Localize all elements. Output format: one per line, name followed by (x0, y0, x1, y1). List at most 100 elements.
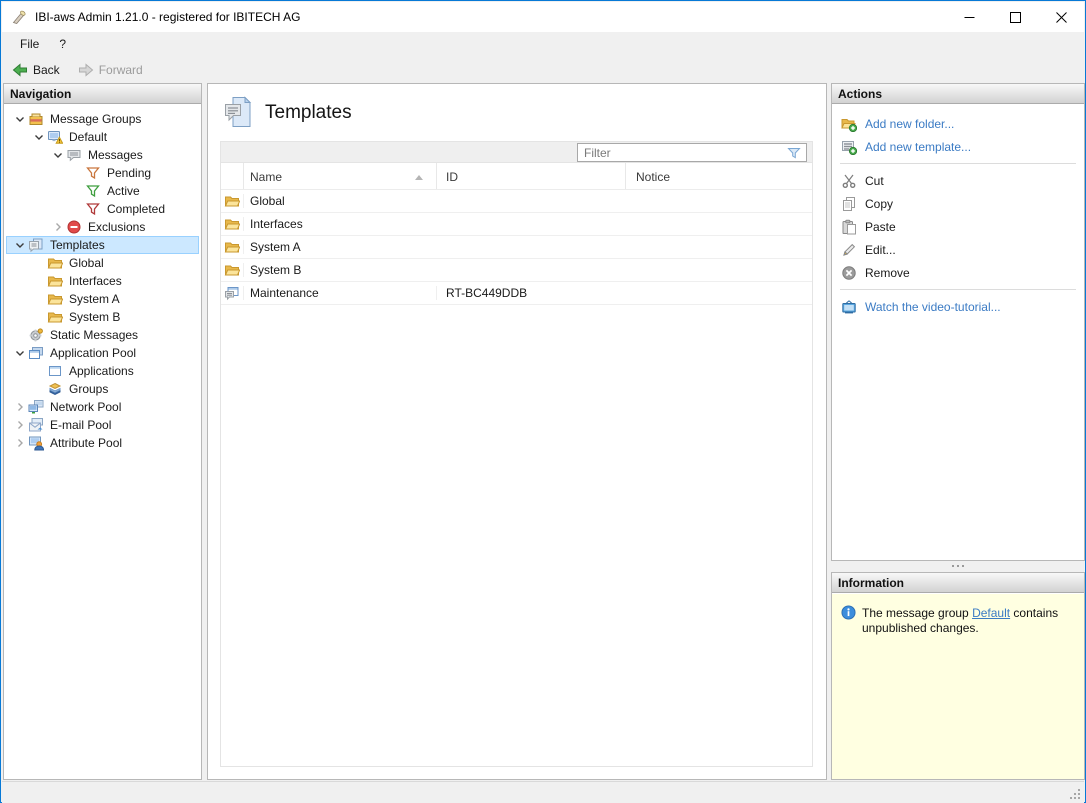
table-row-maintenance[interactable]: MaintenanceRT-BC449DDB (221, 282, 812, 305)
back-arrow-icon (12, 62, 28, 78)
static-messages-icon (28, 327, 48, 343)
message-groups-icon (28, 111, 48, 127)
filter-box (577, 143, 807, 162)
chevron-right-icon[interactable] (50, 219, 66, 235)
tree-item-system-b[interactable]: System B (6, 308, 199, 326)
menu-help[interactable]: ? (49, 32, 76, 57)
tree-item-global[interactable]: Global (6, 254, 199, 272)
maximize-button[interactable] (992, 2, 1038, 32)
minimize-button[interactable] (946, 2, 992, 32)
header-icon-column[interactable] (221, 163, 243, 189)
tree-item-templates[interactable]: Templates (6, 236, 199, 254)
close-button[interactable] (1038, 2, 1084, 32)
tree-item-messages[interactable]: Messages (6, 146, 199, 164)
back-label: Back (33, 63, 60, 77)
tree-item-label: Attribute Pool (48, 436, 122, 450)
folder-icon (221, 216, 243, 232)
tree-item-active[interactable]: Active (6, 182, 199, 200)
actions-separator (840, 289, 1076, 290)
table-row-system-a[interactable]: System A (221, 236, 812, 259)
tree-item-applications[interactable]: Applications (6, 362, 199, 380)
chevron-right-icon[interactable] (12, 399, 28, 415)
chevron-down-icon[interactable] (12, 345, 28, 361)
header-name[interactable]: Name (243, 163, 436, 189)
tree-item-label: Templates (48, 238, 105, 252)
cell-name: Global (243, 194, 436, 208)
main-content: Templates Name ID (207, 83, 827, 780)
tree-item-label: System A (67, 292, 120, 306)
tree-item-completed[interactable]: Completed (6, 200, 199, 218)
table-row-global[interactable]: Global (221, 190, 812, 213)
remove-action[interactable]: Remove (832, 261, 1084, 284)
folder-icon (47, 291, 67, 307)
filter-funnel-icon[interactable] (786, 145, 802, 161)
filter-input[interactable] (584, 144, 779, 161)
menu-file[interactable]: File (10, 32, 49, 57)
back-button[interactable]: Back (8, 61, 64, 79)
tree-item-label: Messages (86, 148, 143, 162)
tree-item-label: Groups (67, 382, 108, 396)
tree-item-pending[interactable]: Pending (6, 164, 199, 182)
cut-icon (841, 173, 857, 189)
panel-splitter[interactable] (831, 561, 1085, 572)
header-notice[interactable]: Notice (625, 163, 812, 189)
chevron-down-icon[interactable] (31, 129, 47, 145)
tree-item-label: System B (67, 310, 120, 324)
table-row-interfaces[interactable]: Interfaces (221, 213, 812, 236)
tree-item-exclusions[interactable]: Exclusions (6, 218, 199, 236)
tree-item-label: E-mail Pool (48, 418, 111, 432)
cell-id: RT-BC449DDB (436, 286, 625, 300)
chevron-placeholder (31, 273, 47, 289)
tree-item-message-groups[interactable]: Message Groups (6, 110, 199, 128)
header-notice-label: Notice (636, 170, 670, 184)
cell-name: Maintenance (243, 286, 436, 300)
chevron-down-icon[interactable] (12, 111, 28, 127)
paste-action[interactable]: Paste (832, 215, 1084, 238)
tree-item-label: Application Pool (48, 346, 136, 360)
tree-item-label: Completed (105, 202, 165, 216)
cut-action[interactable]: Cut (832, 169, 1084, 192)
add-new-folder-action[interactable]: Add new folder... (832, 112, 1084, 135)
tree-item-network-pool[interactable]: Network Pool (6, 398, 199, 416)
tree-item-application-pool[interactable]: Application Pool (6, 344, 199, 362)
remove-icon (841, 265, 857, 281)
tree-item-attribute-pool[interactable]: Attribute Pool (6, 434, 199, 452)
edit-action[interactable]: Edit... (832, 238, 1084, 261)
action-label: Remove (865, 266, 910, 280)
chevron-right-icon[interactable] (12, 417, 28, 433)
forward-button[interactable]: Forward (74, 61, 147, 79)
tree-item-label: Message Groups (48, 112, 141, 126)
add-template-icon (841, 139, 857, 155)
tree-item-label: Pending (105, 166, 151, 180)
tree-item-groups[interactable]: Groups (6, 380, 199, 398)
chevron-right-icon[interactable] (12, 435, 28, 451)
chevron-down-icon[interactable] (12, 237, 28, 253)
chevron-down-icon[interactable] (50, 147, 66, 163)
table-row-system-b[interactable]: System B (221, 259, 812, 282)
action-label: Watch the video-tutorial... (865, 300, 1001, 314)
toolbar: Back Forward (2, 57, 1084, 82)
watch-the-video-tutorial-action[interactable]: Watch the video-tutorial... (832, 295, 1084, 318)
tree-item-static-messages[interactable]: Static Messages (6, 326, 199, 344)
folder-icon (221, 193, 243, 209)
group-default-icon (47, 129, 67, 145)
tree-item-label: Applications (67, 364, 134, 378)
copy-action[interactable]: Copy (832, 192, 1084, 215)
default-group-link[interactable]: Default (972, 606, 1010, 620)
navigation-header: Navigation (4, 84, 201, 104)
info-icon (841, 605, 856, 620)
tree-item-default[interactable]: Default (6, 128, 199, 146)
tree-item-label: Exclusions (86, 220, 145, 234)
tree-item-e-mail-pool[interactable]: E-mail Pool (6, 416, 199, 434)
application-pool-icon (28, 345, 48, 361)
resize-grip[interactable] (1078, 797, 1080, 799)
tree-item-system-a[interactable]: System A (6, 290, 199, 308)
tree-item-label: Global (67, 256, 104, 270)
header-id[interactable]: ID (436, 163, 625, 189)
tree-item-interfaces[interactable]: Interfaces (6, 272, 199, 290)
email-pool-icon (28, 417, 48, 433)
tree-item-label: Static Messages (48, 328, 138, 342)
paste-icon (841, 219, 857, 235)
add-new-template-action[interactable]: Add new template... (832, 135, 1084, 158)
tree-item-label: Interfaces (67, 274, 122, 288)
